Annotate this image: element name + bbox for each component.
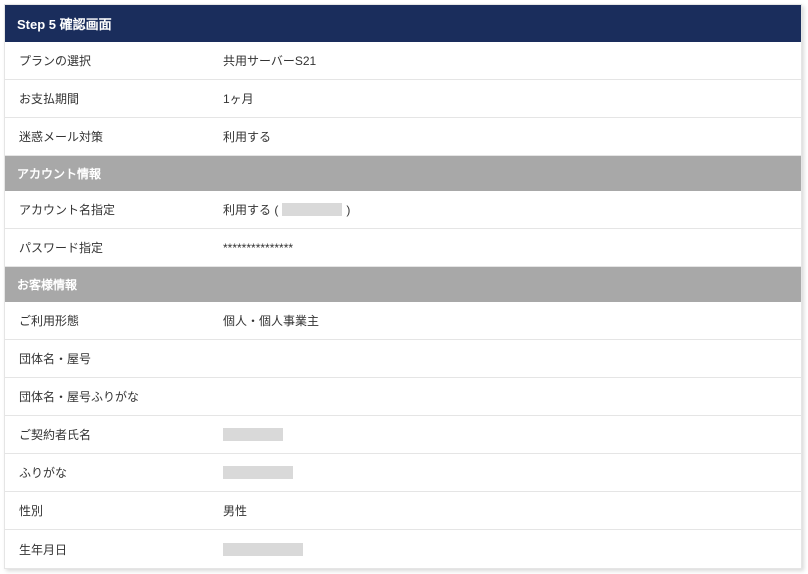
row-label: 団体名・屋号 (5, 340, 209, 377)
section-header-customer: お客様情報 (5, 267, 801, 302)
confirmation-panel: Step 5 確認画面 プランの選択 共用サーバーS21 お支払期間 1ヶ月 迷… (4, 4, 802, 569)
row-label: 迷惑メール対策 (5, 118, 209, 155)
row-value: 男性 (209, 492, 801, 529)
row-label: お支払期間 (5, 80, 209, 117)
row-value: 共用サーバーS21 (209, 42, 801, 79)
table-row: アカウント名指定 利用する ( ) (5, 191, 801, 229)
row-value: 利用する ( ) (209, 191, 801, 228)
section-header-account: アカウント情報 (5, 156, 801, 191)
table-row: パスワード指定 *************** (5, 229, 801, 267)
row-label: パスワード指定 (5, 229, 209, 266)
redacted-placeholder (223, 428, 283, 441)
section-title: アカウント情報 (17, 167, 101, 181)
table-row: 団体名・屋号ふりがな (5, 378, 801, 416)
row-label: ご契約者氏名 (5, 416, 209, 453)
row-value: 個人・個人事業主 (209, 302, 801, 339)
table-row: 迷惑メール対策 利用する (5, 118, 801, 156)
row-label: ご利用形態 (5, 302, 209, 339)
row-label: ふりがな (5, 454, 209, 491)
row-value (209, 456, 801, 489)
row-label: 性別 (5, 492, 209, 529)
row-label: 生年月日 (5, 531, 209, 568)
row-label: 団体名・屋号ふりがな (5, 378, 209, 415)
row-value (209, 387, 801, 407)
section-title: お客様情報 (17, 278, 77, 292)
panel-header: Step 5 確認画面 (5, 5, 801, 42)
table-row: プランの選択 共用サーバーS21 (5, 42, 801, 80)
row-value (209, 418, 801, 451)
table-row: ふりがな (5, 454, 801, 492)
table-row: 団体名・屋号 (5, 340, 801, 378)
table-row: 生年月日 (5, 530, 801, 568)
row-value (209, 533, 801, 566)
row-value (209, 349, 801, 369)
header-title: Step 5 確認画面 (17, 17, 112, 32)
table-row: 性別 男性 (5, 492, 801, 530)
row-value: 利用する (209, 118, 801, 155)
value-prefix: 利用する ( (223, 201, 278, 218)
value-suffix: ) (346, 203, 350, 217)
redacted-placeholder (282, 203, 342, 216)
redacted-placeholder (223, 466, 293, 479)
table-row: ご利用形態 個人・個人事業主 (5, 302, 801, 340)
table-row: ご契約者氏名 (5, 416, 801, 454)
redacted-placeholder (223, 543, 303, 556)
row-label: プランの選択 (5, 42, 209, 79)
row-value: *************** (209, 231, 801, 265)
row-value: 1ヶ月 (209, 80, 801, 117)
table-row: お支払期間 1ヶ月 (5, 80, 801, 118)
row-label: アカウント名指定 (5, 191, 209, 228)
